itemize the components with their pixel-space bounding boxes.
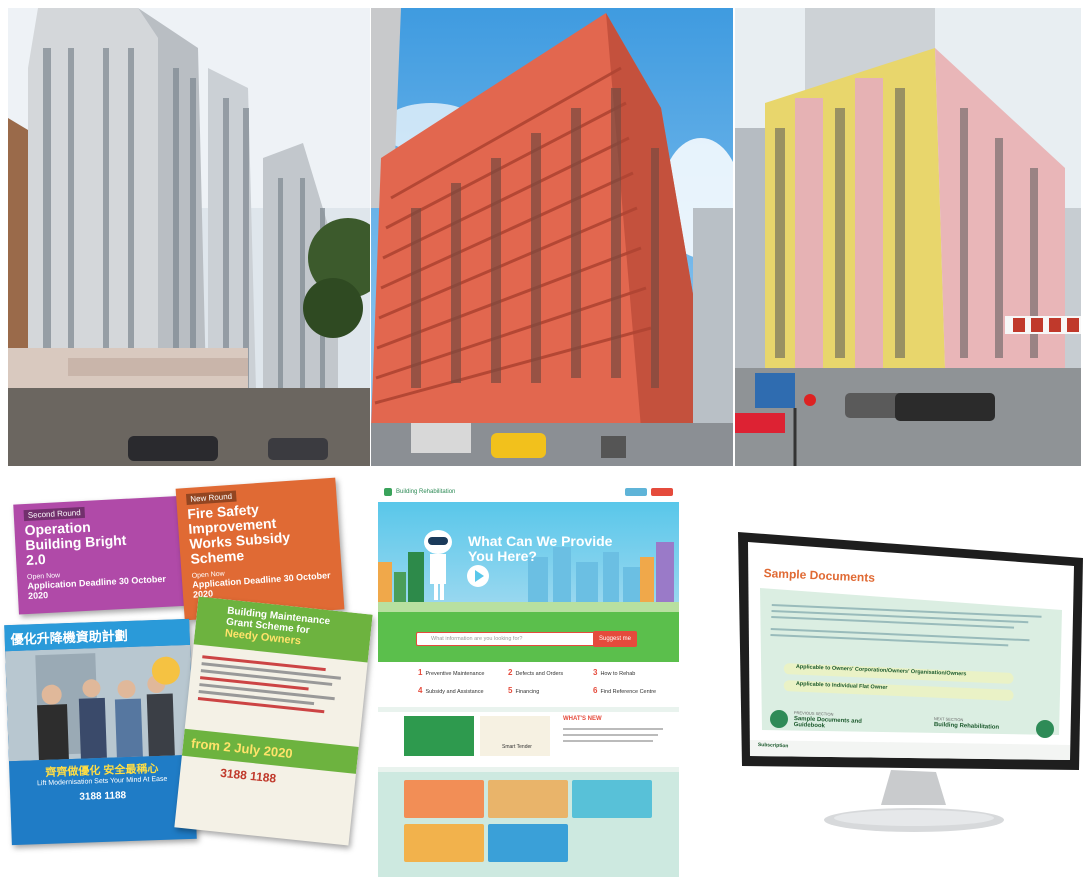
link-number: 5 bbox=[508, 686, 513, 695]
website-hero-title: What Can We Provide You Here? bbox=[468, 534, 612, 564]
link-label: Find Reference Centre bbox=[600, 689, 657, 695]
website-tile[interactable] bbox=[404, 780, 484, 818]
website-header: Building Rehabilitation bbox=[378, 482, 679, 502]
leaflet-lift-modernisation: 優化升降機資助計劃 齊齊做優化 安全最稱心 Lift Modernisation… bbox=[4, 618, 197, 846]
link-number: 6 bbox=[593, 686, 598, 695]
website-hero-title-line: What Can We Provide bbox=[468, 533, 613, 549]
website-suggest-button[interactable]: Suggest me bbox=[593, 631, 637, 647]
website-menu-button[interactable] bbox=[651, 488, 673, 496]
leaflet-title-cn: 優化升降機資助計劃 bbox=[10, 627, 128, 647]
website-news-label: Smart Tender bbox=[502, 744, 532, 750]
website-news-image[interactable]: Smart Tender bbox=[480, 716, 550, 756]
website-logo-icon bbox=[384, 488, 392, 496]
website-news-title: WHAT'S NEW bbox=[563, 716, 602, 722]
website-tile[interactable] bbox=[572, 780, 652, 818]
website-news-section: Smart Tender WHAT'S NEW bbox=[378, 712, 679, 767]
photo-yellow-pink-corner-building bbox=[735, 8, 1081, 466]
photo-grey-residential-towers bbox=[8, 8, 370, 466]
website-tile[interactable] bbox=[488, 780, 568, 818]
website-hero-title-line: You Here? bbox=[468, 548, 537, 564]
monitor-subscription: Subscription bbox=[757, 742, 789, 750]
website-link-financing[interactable]: 5 Financing bbox=[508, 686, 539, 695]
link-number: 1 bbox=[418, 668, 423, 677]
website-link-preventive-maintenance[interactable]: 1 Preventive Maintenance bbox=[418, 668, 484, 677]
monitor-with-sample-documents-page: Sample Documents Applicable to Owners' C… bbox=[736, 530, 1086, 840]
leaflet-operation-building-bright: Second Round Operation Building Bright 2… bbox=[13, 495, 194, 615]
website-tile[interactable] bbox=[488, 824, 568, 862]
website-news-image[interactable] bbox=[404, 716, 474, 756]
link-label: Subsidy and Assistance bbox=[425, 689, 484, 695]
photo-orange-tenement-building bbox=[371, 8, 733, 466]
website-link-how-to-rehab[interactable]: 3 How to Rehab bbox=[593, 668, 635, 677]
monitor-prev-arrow-icon[interactable] bbox=[770, 710, 788, 728]
website-header-title: Building Rehabilitation bbox=[396, 489, 456, 495]
link-number: 4 bbox=[418, 686, 423, 695]
link-label: How to Rehab bbox=[600, 671, 636, 677]
link-label: Preventive Maintenance bbox=[425, 671, 485, 677]
monitor-next-arrow-icon[interactable] bbox=[1036, 720, 1054, 738]
website-quick-links: 1 Preventive Maintenance 2 Defects and Ord… bbox=[378, 662, 679, 707]
link-number: 3 bbox=[593, 668, 598, 677]
website-link-subsidy[interactable]: 4 Subsidy and Assistance bbox=[418, 686, 484, 695]
leaflet-title: Fire Safety Improvement Works Subsidy Sc… bbox=[177, 497, 341, 568]
leaflet-lift-photo bbox=[5, 644, 194, 762]
website-screenshot: Building Rehabilitation What Can We Prov… bbox=[378, 482, 679, 877]
website-feature-tiles bbox=[378, 772, 679, 877]
link-number: 2 bbox=[508, 668, 513, 677]
leaflet-title: Operation Building Bright 2.0 bbox=[14, 514, 191, 568]
website-link-reference-centre[interactable]: 6 Find Reference Centre bbox=[593, 686, 656, 695]
leaflet-hotline: 3188 1188 bbox=[79, 790, 127, 803]
link-label: Financing bbox=[515, 689, 540, 695]
website-search-icon[interactable] bbox=[625, 488, 647, 496]
website-hero: What Can We Provide You Here? bbox=[378, 502, 679, 612]
link-label: Defects and Orders bbox=[515, 671, 564, 677]
website-tile[interactable] bbox=[404, 824, 484, 862]
website-link-defects-orders[interactable]: 2 Defects and Orders bbox=[508, 668, 563, 677]
website-search-input[interactable]: What information are you looking for? Su… bbox=[416, 631, 637, 647]
website-search-placeholder: What information are you looking for? bbox=[431, 636, 523, 642]
leaflet-building-maintenance-grant: Building Maintenance Grant Scheme for Ne… bbox=[174, 596, 373, 846]
